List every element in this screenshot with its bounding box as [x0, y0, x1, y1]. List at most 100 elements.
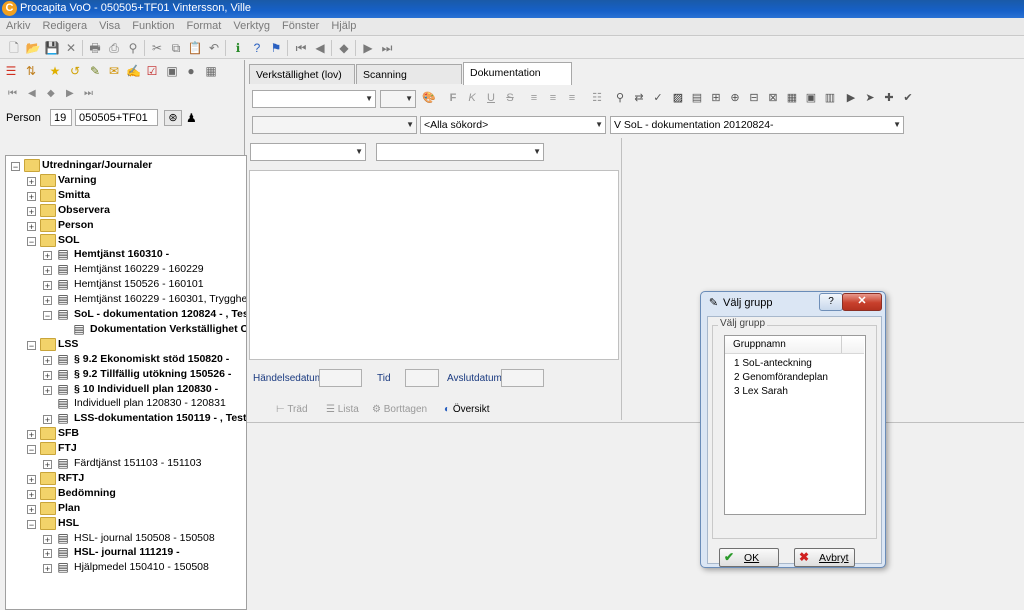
menu-fonster[interactable]: Fönster [276, 18, 325, 32]
tree-node[interactable]: + Plan [27, 501, 246, 516]
align-left-icon[interactable]: ≡ [527, 91, 541, 105]
collapse-icon[interactable]: − [11, 162, 20, 172]
font-name-select[interactable] [252, 90, 376, 108]
tree-node[interactable]: − ▤ SoL - dokumentation 120824 - , Tes [43, 307, 246, 322]
border-icon[interactable]: ▦ [785, 91, 799, 105]
tree-node[interactable]: + ▤ LSS-dokumentation 150119 - , Test. [43, 411, 246, 426]
signature-icon[interactable]: ✍ [126, 64, 141, 78]
nav-next-icon[interactable]: ▶ [66, 88, 74, 99]
table-icon[interactable]: ▤ [690, 91, 704, 105]
journal-tree[interactable]: − Utredningar/Journaler + Varning + Smitta + Ob… [5, 155, 247, 610]
group-list[interactable]: Gruppnamn 1 SoL-anteckning 2 Genomförand… [724, 335, 866, 515]
expand-icon[interactable]: + [43, 534, 52, 544]
tab-scanning[interactable]: Scanning [356, 64, 462, 84]
tab-verkstallighet[interactable]: Verkställighet (lov) [249, 64, 355, 84]
tree-node[interactable]: + Varning [27, 173, 246, 188]
menu-hjalp[interactable]: Hjälp [325, 18, 362, 32]
expand-icon[interactable]: + [43, 415, 52, 425]
list-item[interactable]: 1 SoL-anteckning [734, 358, 812, 369]
bottom-tab-borttagen[interactable]: ⚙ Borttagen [372, 402, 436, 419]
save-icon[interactable]: 💾 [44, 40, 60, 56]
tree-node[interactable]: − FTJ [27, 441, 246, 456]
pin-icon[interactable]: ✚ [882, 91, 896, 105]
expand-icon[interactable]: + [27, 191, 36, 201]
document-select[interactable]: V SoL - dokumentation 20120824- [610, 116, 904, 134]
tree-node[interactable]: + Observera [27, 203, 246, 218]
nav-first-icon[interactable]: ⏮ [8, 88, 17, 99]
tree-node[interactable]: + ▤ HSL- journal 150508 - 150508 [43, 531, 246, 546]
split-icon[interactable]: ⊠ [766, 91, 780, 105]
tree-node[interactable]: ▤ Dokumentation Verkställighet CD [59, 322, 246, 337]
doc-type-select[interactable] [250, 143, 366, 161]
tree-node[interactable]: + RFTJ [27, 471, 246, 486]
bullet-list-icon[interactable]: ☷ [590, 91, 604, 105]
expand-icon[interactable]: + [43, 564, 52, 574]
paint-icon[interactable]: 🎨 [422, 91, 436, 105]
event-date-field[interactable] [319, 369, 362, 387]
checklist-icon[interactable]: ☑ [145, 64, 159, 78]
collapse-icon[interactable]: − [27, 236, 36, 246]
attach-icon[interactable]: ▣ [165, 64, 179, 78]
copy-icon[interactable]: ⧉ [168, 40, 184, 56]
save-doc-icon[interactable]: ▣ [804, 91, 818, 105]
tree-node[interactable]: ▤ Individuell plan 120830 - 120831 [43, 396, 246, 411]
delete-icon[interactable]: ✕ [63, 40, 79, 56]
expand-icon[interactable]: + [27, 221, 36, 231]
tree-node[interactable]: − HSL [27, 516, 246, 531]
tree-node[interactable]: − LSS [27, 337, 246, 352]
expand-icon[interactable]: + [43, 296, 52, 306]
menu-format[interactable]: Format [181, 18, 228, 32]
person-id-field[interactable]: 050505+TF01 [75, 109, 158, 126]
replace-icon[interactable]: ⇄ [632, 91, 646, 105]
menu-visa[interactable]: Visa [93, 18, 126, 32]
nav-current-icon[interactable]: ◆ [47, 88, 55, 99]
last-record-icon[interactable]: ⏭ [379, 40, 395, 56]
record-icon[interactable]: ● [184, 64, 198, 78]
cut-icon[interactable]: ✂ [149, 40, 165, 56]
expand-icon[interactable]: + [27, 430, 36, 440]
dialog-close-button[interactable]: ✕ [842, 293, 882, 311]
expand-icon[interactable]: + [43, 385, 52, 395]
help-icon[interactable]: ? [249, 40, 265, 56]
current-record-icon[interactable]: ◆ [336, 40, 352, 56]
bottom-tab-oversikt[interactable]: ◐ Översikt [444, 402, 496, 419]
expand-icon[interactable]: + [43, 251, 52, 261]
tree-node[interactable]: + ▤ Hjälpmedel 150410 - 150508 [43, 560, 246, 575]
mail-icon[interactable]: ✉ [107, 64, 121, 78]
dialog-help-button[interactable]: ? [819, 293, 843, 311]
bold-button[interactable]: F [446, 91, 460, 105]
category-select[interactable] [252, 116, 417, 134]
expand-icon[interactable]: + [43, 266, 52, 276]
spellcheck-icon[interactable]: ✓ [651, 91, 665, 105]
font-size-select[interactable] [380, 90, 416, 108]
new-icon[interactable]: 🗋 [6, 40, 22, 56]
group-list-header[interactable]: Gruppnamn [725, 336, 864, 354]
tree-node[interactable]: + Smitta [27, 188, 246, 203]
info-icon[interactable]: ℹ [230, 40, 246, 56]
forward-icon[interactable]: ➤ [863, 91, 877, 105]
expand-icon[interactable]: + [43, 281, 52, 291]
person-search-button[interactable]: ⊛ [164, 110, 182, 126]
previous-record-icon[interactable]: ◀ [312, 40, 328, 56]
list-icon[interactable]: ☰ [4, 64, 18, 78]
insert-row-icon[interactable]: ⊞ [709, 91, 723, 105]
list-item[interactable]: 2 Genomförandeplan [734, 372, 828, 383]
align-right-icon[interactable]: ≡ [565, 91, 579, 105]
expand-icon[interactable]: + [43, 549, 52, 559]
binoculars-icon[interactable]: ⚲ [125, 40, 141, 56]
tree-node[interactable]: − SOL [27, 233, 246, 248]
cancel-button[interactable]: ✖ Avbryt [794, 548, 855, 567]
menu-arkiv[interactable]: Arkiv [0, 18, 36, 32]
menu-funktion[interactable]: Funktion [126, 18, 180, 32]
archive-icon[interactable]: ▥ [823, 91, 837, 105]
sort-icon[interactable]: ⇅ [24, 64, 38, 78]
tree-node[interactable]: + ▤ § 9.2 Tillfällig utökning 150526 - [43, 367, 246, 382]
print-preview-icon[interactable]: ⎙ [106, 40, 122, 56]
tree-node[interactable]: + ▤ Hemtjänst 160229 - 160229 [43, 262, 246, 277]
note-icon[interactable]: ✎ [88, 64, 102, 78]
italic-button[interactable]: K [465, 91, 479, 105]
star-icon[interactable]: ★ [48, 64, 62, 78]
find-icon[interactable]: ⚲ [613, 91, 627, 105]
bottom-tab-lista[interactable]: ☰ Lista [326, 402, 366, 419]
chart-icon[interactable]: ▦ [204, 64, 218, 78]
